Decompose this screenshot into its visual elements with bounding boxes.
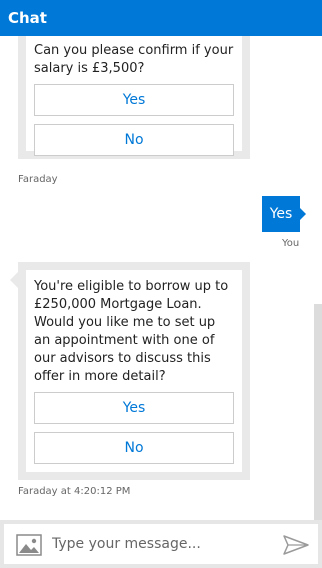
message-sender: You	[282, 238, 300, 249]
card-text: Can you please confirm if your salary is…	[34, 43, 234, 76]
hero-card: Can you please confirm if your salary is…	[26, 36, 242, 156]
no-button[interactable]: No	[34, 124, 234, 156]
bot-message-card: You're eligible to borrow up to £250,000…	[10, 262, 250, 480]
scrollbar-track[interactable]	[314, 304, 322, 520]
send-icon[interactable]	[282, 534, 310, 556]
chat-title: Chat	[8, 9, 47, 27]
composer-bar	[0, 520, 322, 568]
user-message-bubble: Yes	[262, 196, 306, 232]
message-timestamp: Faraday at 4:20:12 PM	[18, 486, 131, 497]
composer-box	[4, 524, 318, 564]
no-button[interactable]: No	[34, 432, 234, 464]
chat-transcript[interactable]: Can you please confirm if your salary is…	[0, 36, 322, 520]
card-text: You're eligible to borrow up to £250,000…	[34, 279, 229, 384]
bot-message-card: Can you please confirm if your salary is…	[18, 36, 250, 159]
image-icon[interactable]	[16, 534, 42, 556]
yes-button[interactable]: Yes	[34, 392, 234, 424]
hero-card: You're eligible to borrow up to £250,000…	[26, 270, 242, 472]
user-message-text: Yes	[269, 206, 293, 222]
message-sender: Faraday	[18, 174, 58, 185]
chat-header: Chat	[0, 0, 322, 36]
message-input[interactable]	[52, 530, 272, 558]
yes-button[interactable]: Yes	[34, 84, 234, 116]
